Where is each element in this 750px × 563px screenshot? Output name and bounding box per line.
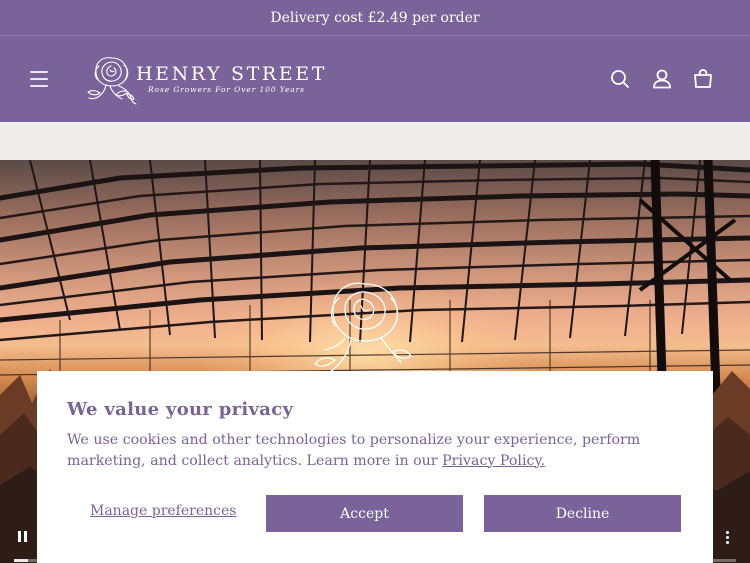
video-progress-fill <box>14 559 29 562</box>
secondary-strip <box>0 122 750 160</box>
consent-body-text: We use cookies and other technologies to… <box>67 432 641 469</box>
pause-icon[interactable] <box>12 526 34 548</box>
brand-tagline: Rose Growers For Over 100 Years <box>148 85 305 94</box>
more-options-icon[interactable] <box>718 526 738 548</box>
rose-line-art-icon <box>314 282 412 377</box>
site-header: HENRY STREET Rose Growers For Over 100 Y… <box>0 36 750 122</box>
cart-icon[interactable] <box>690 66 716 92</box>
cookie-consent-dialog: We value your privacy We use cookies and… <box>37 371 713 563</box>
brand-name: HENRY STREET <box>136 63 327 85</box>
announcement-text: Delivery cost £2.49 per order <box>270 9 480 26</box>
search-icon[interactable] <box>607 66 633 92</box>
accept-button[interactable]: Accept <box>266 495 463 532</box>
consent-body: We use cookies and other technologies to… <box>67 430 687 471</box>
manage-preferences-link[interactable]: Manage preferences <box>90 503 236 519</box>
announcement-bar: Delivery cost £2.49 per order <box>0 0 750 36</box>
decline-button[interactable]: Decline <box>484 495 681 532</box>
hamburger-menu-icon[interactable] <box>27 67 51 91</box>
privacy-policy-link[interactable]: Privacy Policy. <box>442 453 545 469</box>
rose-logo-icon <box>87 57 137 105</box>
consent-title: We value your privacy <box>67 399 294 420</box>
account-icon[interactable] <box>649 66 675 92</box>
brand-logo[interactable]: HENRY STREET Rose Growers For Over 100 Y… <box>86 52 336 106</box>
